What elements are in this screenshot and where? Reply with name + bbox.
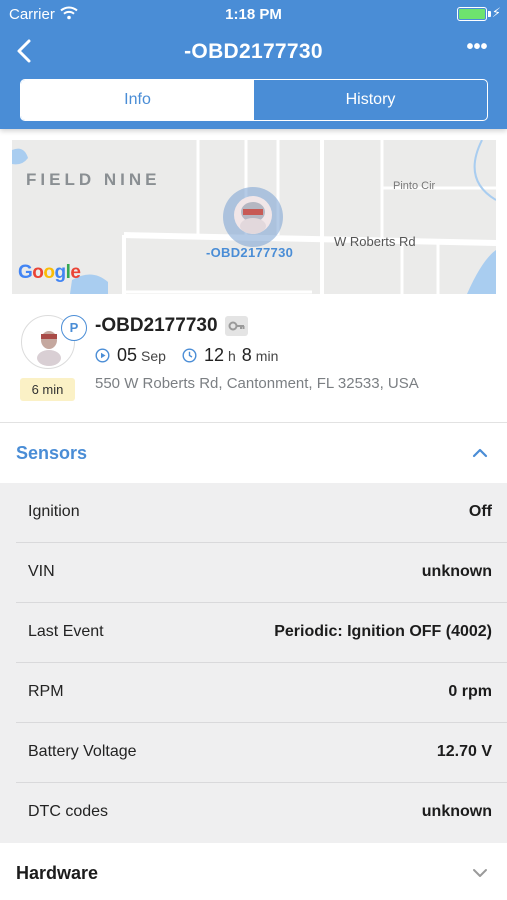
sensor-label: Battery Voltage — [28, 743, 137, 760]
chevron-down-icon — [473, 869, 487, 877]
time-hours-unit: h — [227, 348, 236, 364]
sensor-label: DTC codes — [28, 803, 109, 820]
tab-control: Info History — [20, 79, 488, 121]
sensor-row-vin: VIN unknown — [16, 543, 507, 603]
sensor-value: unknown — [421, 803, 492, 820]
status-time: 1:18 PM — [225, 6, 282, 23]
hardware-section-header[interactable]: Hardware — [0, 843, 507, 900]
more-options-button[interactable]: ••• — [465, 37, 489, 62]
vehicle-summary: P 6 min -OBD2177730 05 Sep 12 h 8 min 55… — [0, 300, 507, 422]
vehicle-name: -OBD2177730 — [95, 315, 218, 336]
street-label-w-roberts: W Roberts Rd — [334, 234, 416, 249]
sensor-value: 12.70 V — [436, 743, 492, 760]
sensor-value: 0 rpm — [448, 683, 492, 700]
vehicle-timestamp: 05 Sep 12 h 8 min — [95, 345, 278, 367]
sensor-row-ignition: Ignition Off — [16, 483, 507, 543]
status-bar: Carrier 1:18 PM ⚡ — [0, 0, 507, 28]
play-circle-icon — [95, 348, 110, 363]
sensor-label: VIN — [28, 563, 55, 580]
page-title: -OBD2177730 — [184, 40, 323, 63]
sensor-value: unknown — [421, 563, 492, 580]
sensor-label: RPM — [28, 683, 64, 700]
map-view[interactable]: FIELD NINE Pinto Cir W Roberts Rd -OBD21… — [12, 140, 496, 294]
key-icon — [225, 316, 248, 336]
google-logo: Google — [18, 262, 81, 283]
sensor-label: Last Event — [28, 623, 104, 640]
app-header: Carrier 1:18 PM ⚡ -OBD2177730 ••• Info H… — [0, 0, 507, 129]
time-minutes-unit: min — [255, 348, 279, 364]
tab-history[interactable]: History — [254, 80, 487, 120]
stop-duration-badge: 6 min — [20, 378, 75, 401]
marker-label: -OBD2177730 — [206, 245, 294, 260]
clock-icon — [182, 348, 197, 363]
date-month: Sep — [141, 348, 166, 364]
sensor-row-last-event: Last Event Periodic: Ignition OFF (4002) — [16, 603, 507, 663]
sensor-value: Off — [468, 503, 492, 520]
time-minutes: 8 — [241, 345, 252, 365]
vehicle-avatar-icon — [234, 196, 272, 234]
time-hours: 12 — [203, 345, 224, 365]
vehicle-map-marker[interactable] — [223, 187, 283, 247]
back-button[interactable] — [10, 36, 40, 66]
chevron-up-icon — [472, 448, 488, 458]
vehicle-address: 550 W Roberts Rd, Cantonment, FL 32533, … — [95, 375, 419, 392]
sensors-section-header[interactable]: Sensors — [0, 423, 507, 483]
sensor-label: Ignition — [28, 503, 80, 520]
sensors-list: Ignition Off VIN unknown Last Event Peri… — [0, 483, 507, 843]
street-label-pinto: Pinto Cir — [393, 180, 436, 192]
chevron-left-icon — [17, 39, 31, 63]
hardware-title: Hardware — [16, 863, 99, 883]
sensor-row-rpm: RPM 0 rpm — [16, 663, 507, 723]
battery-icon — [457, 7, 487, 21]
map-area-label: FIELD NINE — [26, 170, 161, 189]
parked-status-badge: P — [61, 315, 87, 341]
sensor-row-dtc-codes: DTC codes unknown — [16, 783, 507, 843]
charging-icon: ⚡ — [491, 5, 501, 20]
tab-info[interactable]: Info — [21, 80, 254, 120]
date-day: 05 — [117, 345, 138, 365]
nav-bar: -OBD2177730 ••• — [0, 30, 507, 74]
sensor-row-battery-voltage: Battery Voltage 12.70 V — [16, 723, 507, 783]
battery-cap — [488, 11, 491, 17]
sensors-title: Sensors — [16, 443, 88, 463]
sensor-value: Periodic: Ignition OFF (4002) — [274, 623, 492, 640]
